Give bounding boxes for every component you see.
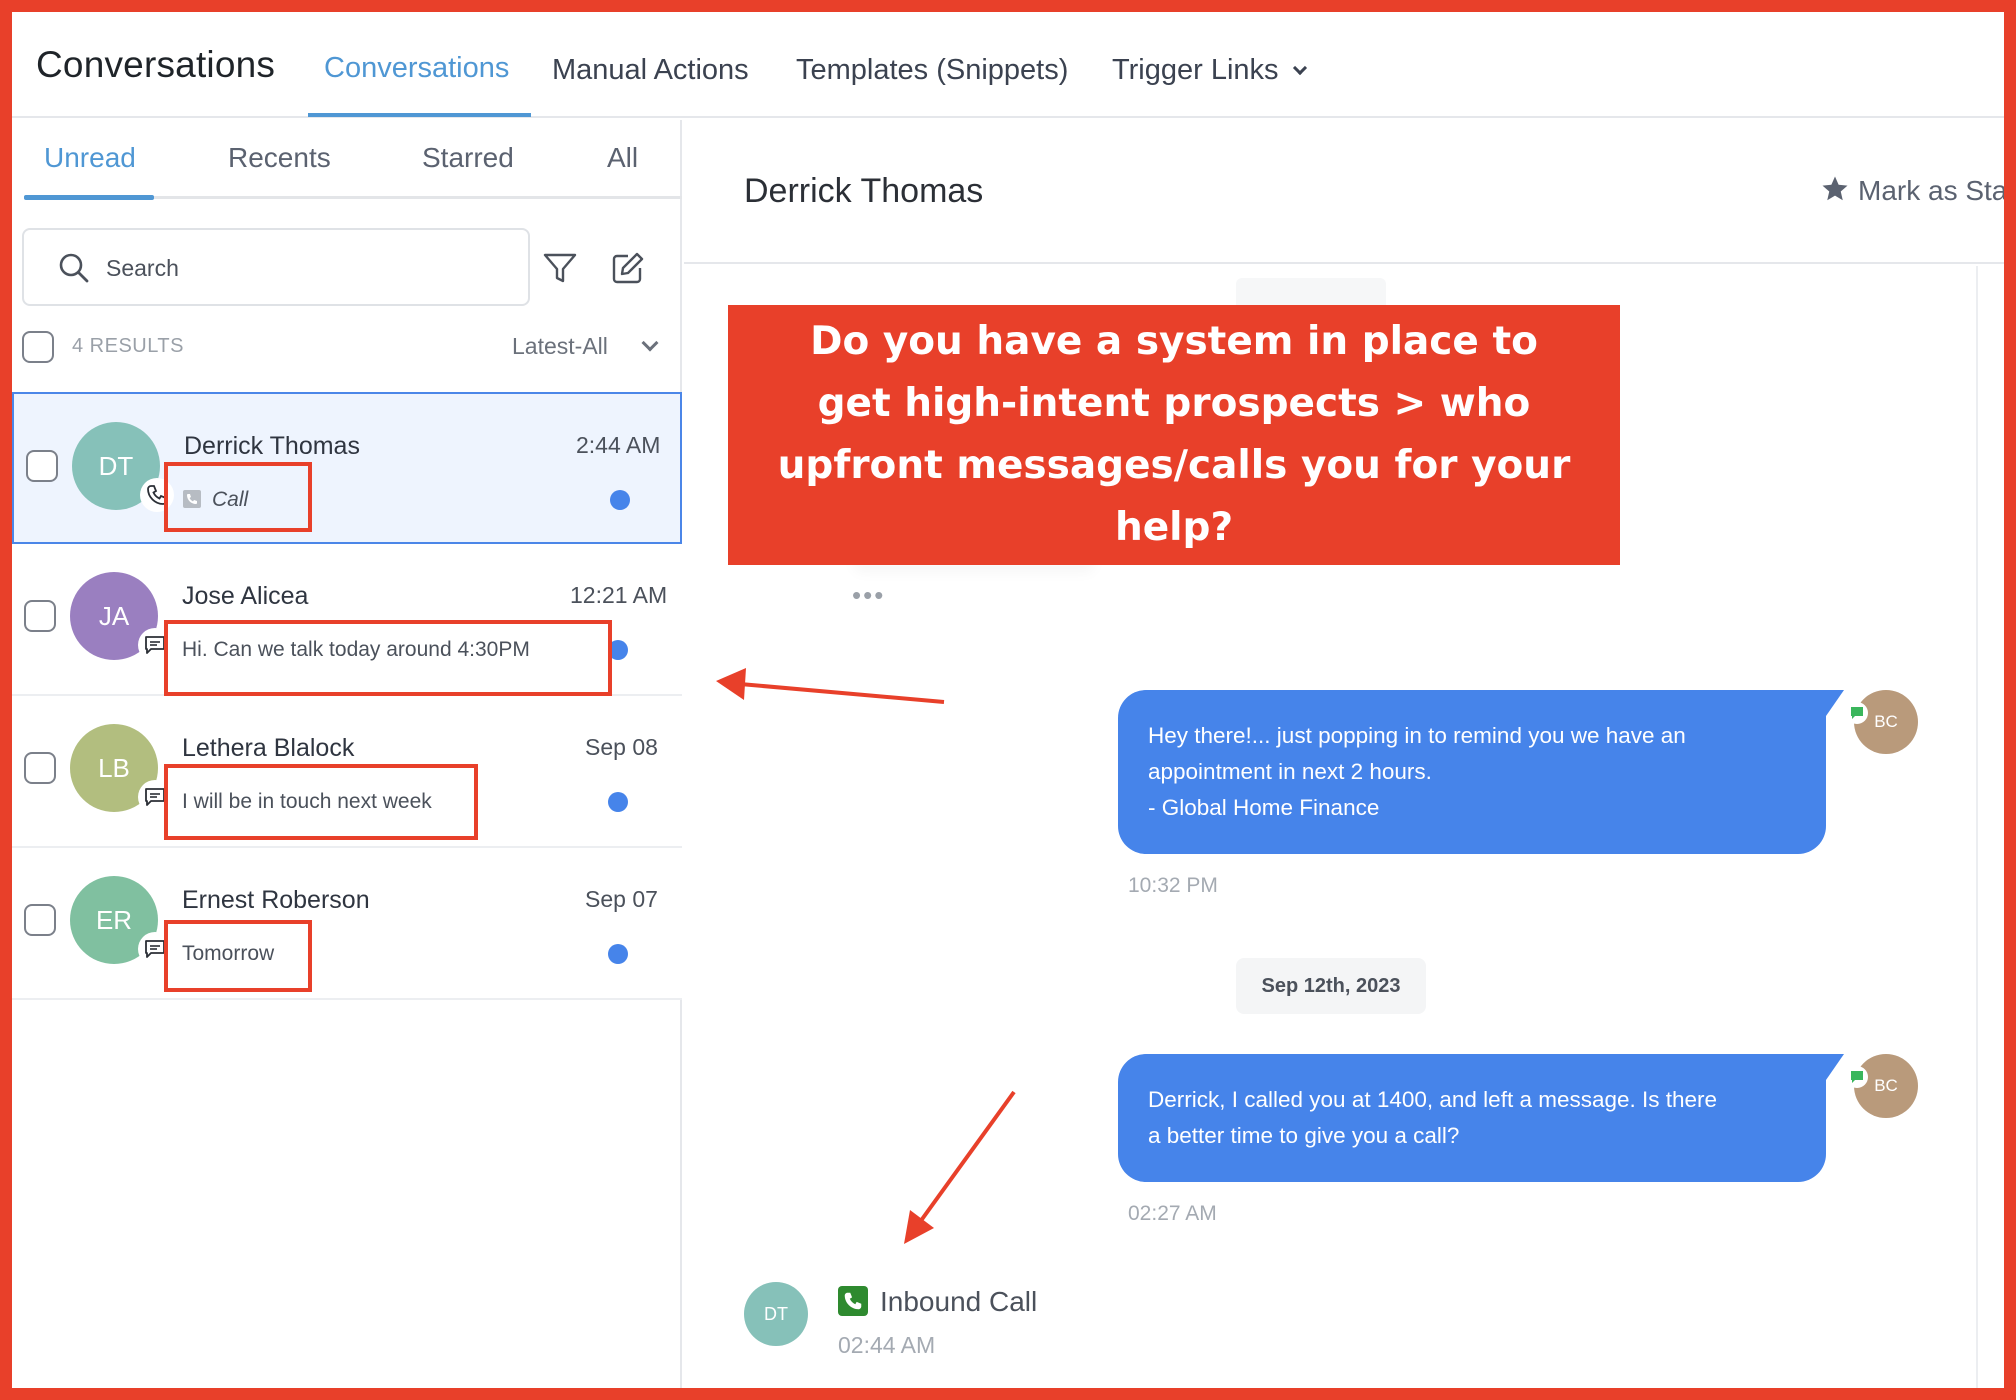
message-line: appointment in next 2 hours. bbox=[1148, 759, 1432, 784]
avatar: BC bbox=[1854, 1054, 1918, 1118]
annotation-box bbox=[164, 920, 312, 992]
app-title: Conversations bbox=[36, 44, 276, 85]
conversation-checkbox[interactable] bbox=[24, 752, 56, 784]
callout-line: get high-intent prospects > who bbox=[817, 381, 1531, 426]
conversation-name: Lethera Blalock bbox=[182, 734, 355, 762]
search-box[interactable] bbox=[22, 228, 530, 306]
nav-tab-conversations[interactable]: Conversations bbox=[324, 52, 509, 85]
message-line: Derrick, I called you at 1400, and left … bbox=[1148, 1087, 1718, 1112]
more-options-icon[interactable]: ••• bbox=[852, 580, 885, 611]
message-line: a better time to give you a call? bbox=[1148, 1123, 1460, 1148]
callout-banner: Do you have a system in place to get hig… bbox=[728, 305, 1620, 565]
message-line: Hey there!... just popping in to remind … bbox=[1148, 723, 1686, 748]
conversation-name: Ernest Roberson bbox=[182, 886, 370, 914]
chat-header: Derrick Thomas Mark as Sta bbox=[684, 120, 2007, 264]
chevron-down-icon bbox=[1292, 60, 1307, 76]
mark-as-starred-button[interactable]: Mark as Sta bbox=[1820, 174, 2007, 207]
outbound-message: Hey there!... just popping in to remind … bbox=[1118, 690, 1844, 854]
search-input[interactable] bbox=[106, 248, 506, 288]
message-time: 10:32 PM bbox=[1128, 874, 1218, 897]
compose-icon[interactable] bbox=[608, 248, 648, 288]
conversation-time: Sep 07 bbox=[585, 886, 658, 912]
annotation-box bbox=[164, 764, 478, 840]
results-count: 4 RESULTS bbox=[72, 335, 184, 357]
unread-indicator bbox=[608, 944, 628, 964]
phone-icon bbox=[838, 1286, 868, 1316]
subtab-all[interactable]: All bbox=[607, 142, 638, 174]
conversation-time: Sep 08 bbox=[585, 734, 658, 760]
select-all-checkbox[interactable] bbox=[22, 331, 54, 363]
top-nav: Conversations Conversations Manual Actio… bbox=[12, 12, 2004, 118]
conversation-time: 12:21 AM bbox=[570, 582, 668, 608]
contact-name: Derrick Thomas bbox=[744, 172, 984, 210]
conversation-list-panel: Unread Recents Starred All 4 RESULTS Lat… bbox=[12, 120, 682, 1388]
conversation-name: Jose Alicea bbox=[182, 582, 309, 610]
callout-line: Do you have a system in place to bbox=[810, 319, 1538, 364]
conversation-time: 2:44 AM bbox=[576, 432, 661, 458]
conversation-item-ernest-roberson[interactable]: ER Ernest Roberson Sep 07 Tomorrow bbox=[12, 848, 682, 1000]
chat-scrollbar[interactable] bbox=[1976, 266, 1978, 1388]
inbound-call-label: Inbound Call bbox=[880, 1286, 1038, 1317]
sms-icon bbox=[1846, 1066, 1868, 1088]
unread-indicator bbox=[608, 792, 628, 812]
annotation-box bbox=[164, 620, 612, 696]
avatar: DT bbox=[744, 1282, 808, 1346]
unread-indicator bbox=[610, 490, 630, 510]
sms-icon bbox=[1846, 702, 1868, 724]
avatar: BC bbox=[1854, 690, 1918, 754]
subtab-recents[interactable]: Recents bbox=[228, 142, 331, 174]
inbound-call-time: 02:44 AM bbox=[838, 1332, 936, 1358]
search-icon bbox=[59, 253, 89, 283]
sort-dropdown[interactable]: Latest-All bbox=[512, 333, 608, 360]
nav-tab-manual-actions[interactable]: Manual Actions bbox=[552, 54, 749, 87]
subtab-starred[interactable]: Starred bbox=[422, 142, 514, 174]
mark-as-starred-label: Mark as Sta bbox=[1858, 175, 2008, 206]
conversation-checkbox[interactable] bbox=[24, 904, 56, 936]
annotation-box bbox=[164, 462, 312, 532]
outbound-message: Derrick, I called you at 1400, and left … bbox=[1118, 1054, 1844, 1182]
star-icon bbox=[1822, 176, 1848, 201]
conversation-name: Derrick Thomas bbox=[184, 432, 360, 460]
filter-icon[interactable] bbox=[540, 248, 580, 288]
date-divider: Sep 12th, 2023 bbox=[1236, 958, 1426, 1014]
active-subtab-indicator bbox=[24, 195, 154, 200]
chevron-down-icon[interactable] bbox=[641, 334, 659, 352]
callout-line: help? bbox=[1114, 505, 1234, 550]
active-tab-indicator bbox=[308, 113, 531, 117]
callout-line: upfront messages/calls you for your bbox=[777, 443, 1571, 488]
nav-tab-trigger-links-label: Trigger Links bbox=[1112, 54, 1279, 86]
subtab-unread[interactable]: Unread bbox=[44, 142, 136, 174]
conversation-checkbox[interactable] bbox=[26, 450, 58, 482]
conversation-checkbox[interactable] bbox=[24, 600, 56, 632]
message-line: - Global Home Finance bbox=[1148, 795, 1380, 820]
nav-tab-templates[interactable]: Templates (Snippets) bbox=[796, 54, 1068, 87]
message-time: 02:27 AM bbox=[1128, 1202, 1217, 1225]
nav-tab-trigger-links[interactable]: Trigger Links bbox=[1112, 54, 1307, 87]
conversation-item-derrick-thomas[interactable]: DT Derrick Thomas 2:44 AM Call bbox=[12, 392, 682, 544]
